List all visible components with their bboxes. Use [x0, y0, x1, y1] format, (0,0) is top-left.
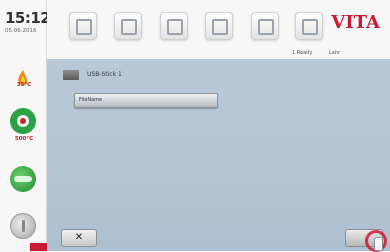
status-left: 1 Ready: [292, 50, 313, 56]
person-icon[interactable]: [114, 12, 142, 40]
temperature-bottom: 500°C: [14, 136, 34, 142]
top-toolbar: VITA: [47, 0, 390, 48]
furnace-icon[interactable]: [205, 12, 233, 40]
brand-logo: VITA: [331, 12, 380, 33]
temperature-top: 35°C: [16, 82, 32, 88]
usb-icon: [63, 70, 79, 80]
close-icon: ✕: [74, 232, 84, 243]
stop-icon[interactable]: [10, 213, 36, 239]
sidebar: 15:12 05.06.2016 35°C 500°C: [0, 0, 51, 251]
status-bar: 1 Ready Lahr: [47, 48, 390, 59]
brand-corner: [30, 243, 47, 251]
start-program-icon[interactable]: [10, 108, 36, 134]
touch-cursor-icon: [365, 230, 387, 252]
usb-browser-panel: USB-Stick 1 FileName ✕: [47, 59, 390, 252]
user-icon[interactable]: [295, 12, 323, 40]
cancel-button[interactable]: ✕: [61, 229, 97, 247]
program-icon[interactable]: [69, 12, 97, 40]
vacuum-icon[interactable]: [10, 166, 36, 192]
clock-date: 05.06.2016: [5, 28, 37, 34]
clock-time: 15:12: [5, 9, 51, 27]
settings-icon[interactable]: [160, 12, 188, 40]
flame-icon[interactable]: [10, 68, 36, 94]
usb-label: USB-Stick 1: [87, 71, 122, 78]
file-item[interactable]: FileName: [74, 93, 218, 108]
file-label: FileName: [79, 97, 103, 103]
status-right: Lahr: [329, 50, 341, 56]
camera-icon[interactable]: [251, 12, 279, 40]
